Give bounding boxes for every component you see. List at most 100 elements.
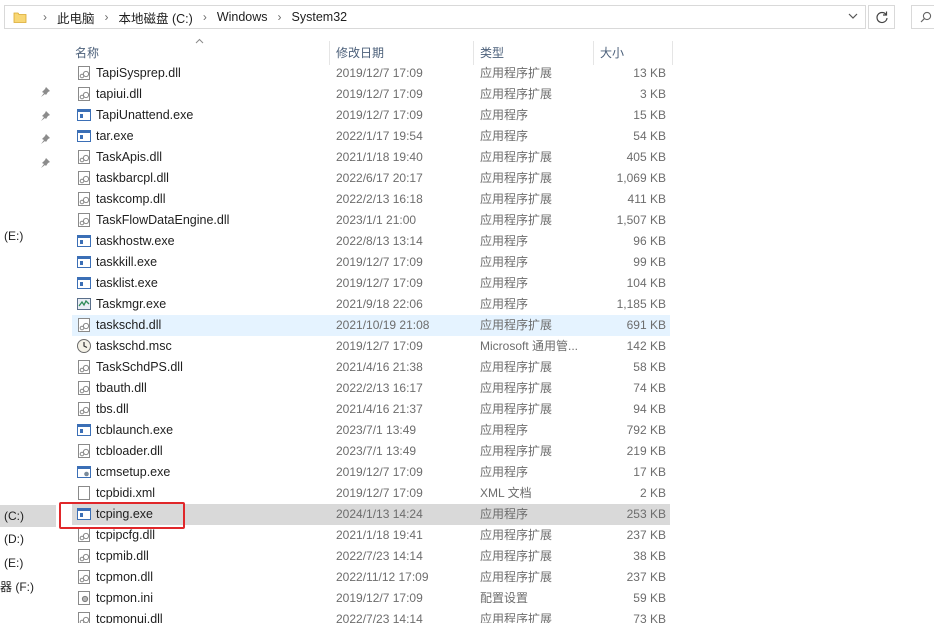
pin-icon[interactable]	[39, 133, 51, 145]
file-size: 405 KB	[626, 150, 666, 164]
file-row[interactable]: tbauth.dll 2022/2/13 16:17 应用程序扩展 74 KB	[72, 378, 670, 399]
file-row[interactable]: tbs.dll 2021/4/16 21:37 应用程序扩展 94 KB	[72, 399, 670, 420]
column-divider[interactable]	[593, 41, 594, 65]
pin-icon[interactable]	[39, 86, 51, 98]
file-row[interactable]: taskcomp.dll 2022/2/13 16:18 应用程序扩展 411 KB	[72, 189, 670, 210]
file-name: TapiSysprep.dll	[96, 66, 181, 80]
dll-file-icon	[76, 212, 92, 228]
file-row[interactable]: tar.exe 2022/1/17 19:54 应用程序 54 KB	[72, 126, 670, 147]
breadcrumb-separator[interactable]: ›	[278, 10, 282, 24]
nav-drive-e[interactable]: (E:)	[0, 552, 56, 574]
file-name: tcblaunch.exe	[96, 423, 174, 437]
file-type: 应用程序扩展	[480, 192, 553, 206]
file-row[interactable]: TaskSchdPS.dll 2021/4/16 21:38 应用程序扩展 58 KB	[72, 357, 670, 378]
breadcrumb-item[interactable]: 此电脑	[57, 8, 95, 27]
file-row[interactable]: taskhostw.exe 2022/8/13 13:14 应用程序 96 KB	[72, 231, 670, 252]
file-list: 名称 修改日期 类型 大小 TapiSysprep.dll 2019/12/7 1…	[64, 34, 934, 623]
file-size: 104 KB	[626, 276, 666, 290]
breadcrumb-separator[interactable]: ›	[105, 10, 109, 24]
column-divider[interactable]	[473, 41, 474, 65]
file-size: 237 KB	[626, 528, 666, 542]
file-name: taskbarcpl.dll	[96, 171, 169, 185]
file-size: 15 KB	[633, 108, 666, 122]
file-row[interactable]: tcblaunch.exe 2023/7/1 13:49 应用程序 792 KB	[72, 420, 670, 441]
breadcrumb-item[interactable]: 本地磁盘 (C:)	[119, 8, 193, 27]
exe-file-icon	[76, 233, 92, 249]
file-type: 应用程序扩展	[480, 360, 553, 374]
file-row[interactable]: tcpmonui.dll 2022/7/23 14:14 应用程序扩展 73 KB	[72, 609, 670, 623]
file-row[interactable]: taskschd.msc 2019/12/7 17:09 Microsoft 通用管…	[72, 336, 670, 357]
file-size: 94 KB	[633, 402, 666, 416]
file-type: 应用程序扩展	[480, 171, 553, 185]
file-row[interactable]: TapiUnattend.exe 2019/12/7 17:09 应用程序 15 KB	[72, 105, 670, 126]
file-row[interactable]: TaskApis.dll 2021/1/18 19:40 应用程序扩展 405 KB	[72, 147, 670, 168]
folder-icon	[13, 12, 27, 23]
file-row[interactable]: taskbarcpl.dll 2022/6/17 20:17 应用程序扩展 1,069…	[72, 168, 670, 189]
file-row[interactable]: taskschd.dll 2021/10/19 21:08 应用程序扩展 691 KB	[72, 315, 670, 336]
dll-file-icon	[76, 548, 92, 564]
file-row[interactable]: Taskmgr.exe 2021/9/18 22:06 应用程序 1,185 KB	[72, 294, 670, 315]
file-row[interactable]: tcpmon.dll 2022/11/12 17:09 应用程序扩展 237 KB	[72, 567, 670, 588]
file-row[interactable]: tcpmib.dll 2022/7/23 14:14 应用程序扩展 38 KB	[72, 546, 670, 567]
file-size: 2 KB	[639, 486, 666, 500]
breadcrumb-item[interactable]: System32	[292, 10, 348, 24]
file-type: 应用程序	[480, 507, 529, 521]
refresh-icon	[876, 11, 888, 24]
breadcrumb-separator[interactable]: ›	[43, 10, 47, 24]
dll-file-icon	[76, 569, 92, 585]
exe-file-icon	[76, 422, 92, 438]
nav-drive-d[interactable]: (D:)	[0, 528, 56, 550]
chevron-down-icon[interactable]	[847, 10, 859, 22]
pin-icon[interactable]	[39, 110, 51, 122]
file-row[interactable]: TapiSysprep.dll 2019/12/7 17:09 应用程序扩展 13 K…	[72, 63, 670, 84]
file-name: tbs.dll	[96, 402, 129, 416]
file-modified-date: 2022/2/13 16:18	[336, 192, 423, 206]
file-row[interactable]: tapiui.dll 2019/12/7 17:09 应用程序扩展 3 KB	[72, 84, 670, 105]
file-modified-date: 2019/12/7 17:09	[336, 87, 423, 101]
file-row[interactable]: TaskFlowDataEngine.dll 2023/1/1 21:00 应用程序…	[72, 210, 670, 231]
nav-drive-e[interactable]: (E:)	[0, 225, 56, 247]
file-row[interactable]: tcmsetup.exe 2019/12/7 17:09 应用程序 17 KB	[72, 462, 670, 483]
column-divider[interactable]	[672, 41, 673, 65]
file-modified-date: 2022/7/23 14:14	[336, 549, 423, 563]
refresh-button[interactable]	[868, 5, 895, 29]
file-name: taskschd.msc	[96, 339, 172, 353]
pin-icon[interactable]	[39, 157, 51, 169]
file-modified-date: 2022/8/13 13:14	[336, 234, 423, 248]
search-input[interactable]	[911, 5, 934, 29]
nav-drive-f[interactable]: 器 (F:)	[0, 576, 56, 598]
xml-file-icon	[76, 485, 92, 501]
breadcrumb-separator[interactable]: ›	[203, 10, 207, 24]
setup-exe-icon	[76, 464, 92, 480]
exe-file-icon	[76, 107, 92, 123]
dll-file-icon	[76, 380, 92, 396]
column-header-name[interactable]: 名称	[75, 41, 99, 65]
file-row[interactable]: tcpbidi.xml 2019/12/7 17:09 XML 文档 2 KB	[72, 483, 670, 504]
file-type: 应用程序	[480, 297, 529, 311]
column-header-size[interactable]: 大小	[600, 41, 624, 65]
file-name: TaskFlowDataEngine.dll	[96, 213, 230, 227]
nav-drive-c[interactable]: (C:)	[0, 505, 56, 527]
file-row[interactable]: tcbloader.dll 2023/7/1 13:49 应用程序扩展 219 KB	[72, 441, 670, 462]
file-name: TaskSchdPS.dll	[96, 360, 183, 374]
column-header-modified[interactable]: 修改日期	[336, 41, 384, 65]
file-name: tcbloader.dll	[96, 444, 163, 458]
file-row[interactable]: tcpmon.ini 2019/12/7 17:09 配置设置 59 KB	[72, 588, 670, 609]
file-type: XML 文档	[480, 486, 532, 500]
dll-file-icon	[76, 443, 92, 459]
column-divider[interactable]	[329, 41, 330, 65]
column-header-type[interactable]: 类型	[480, 41, 504, 65]
file-modified-date: 2022/6/17 20:17	[336, 171, 423, 185]
file-type: 应用程序	[480, 465, 529, 479]
breadcrumb-item[interactable]: Windows	[217, 10, 268, 24]
file-name: tar.exe	[96, 129, 134, 143]
navigation-pane: (E:) (C:) (D:) (E:) 器 (F:)	[0, 34, 56, 623]
file-name: tcpmon.ini	[96, 591, 153, 605]
file-name: tapiui.dll	[96, 87, 142, 101]
address-bar[interactable]: › 此电脑 › 本地磁盘 (C:) › Windows › System32	[4, 5, 866, 29]
file-row[interactable]: tasklist.exe 2019/12/7 17:09 应用程序 104 KB	[72, 273, 670, 294]
file-row[interactable]: taskkill.exe 2019/12/7 17:09 应用程序 99 KB	[72, 252, 670, 273]
file-type: 应用程序	[480, 108, 529, 122]
dll-file-icon	[76, 86, 92, 102]
search-icon	[920, 11, 932, 23]
